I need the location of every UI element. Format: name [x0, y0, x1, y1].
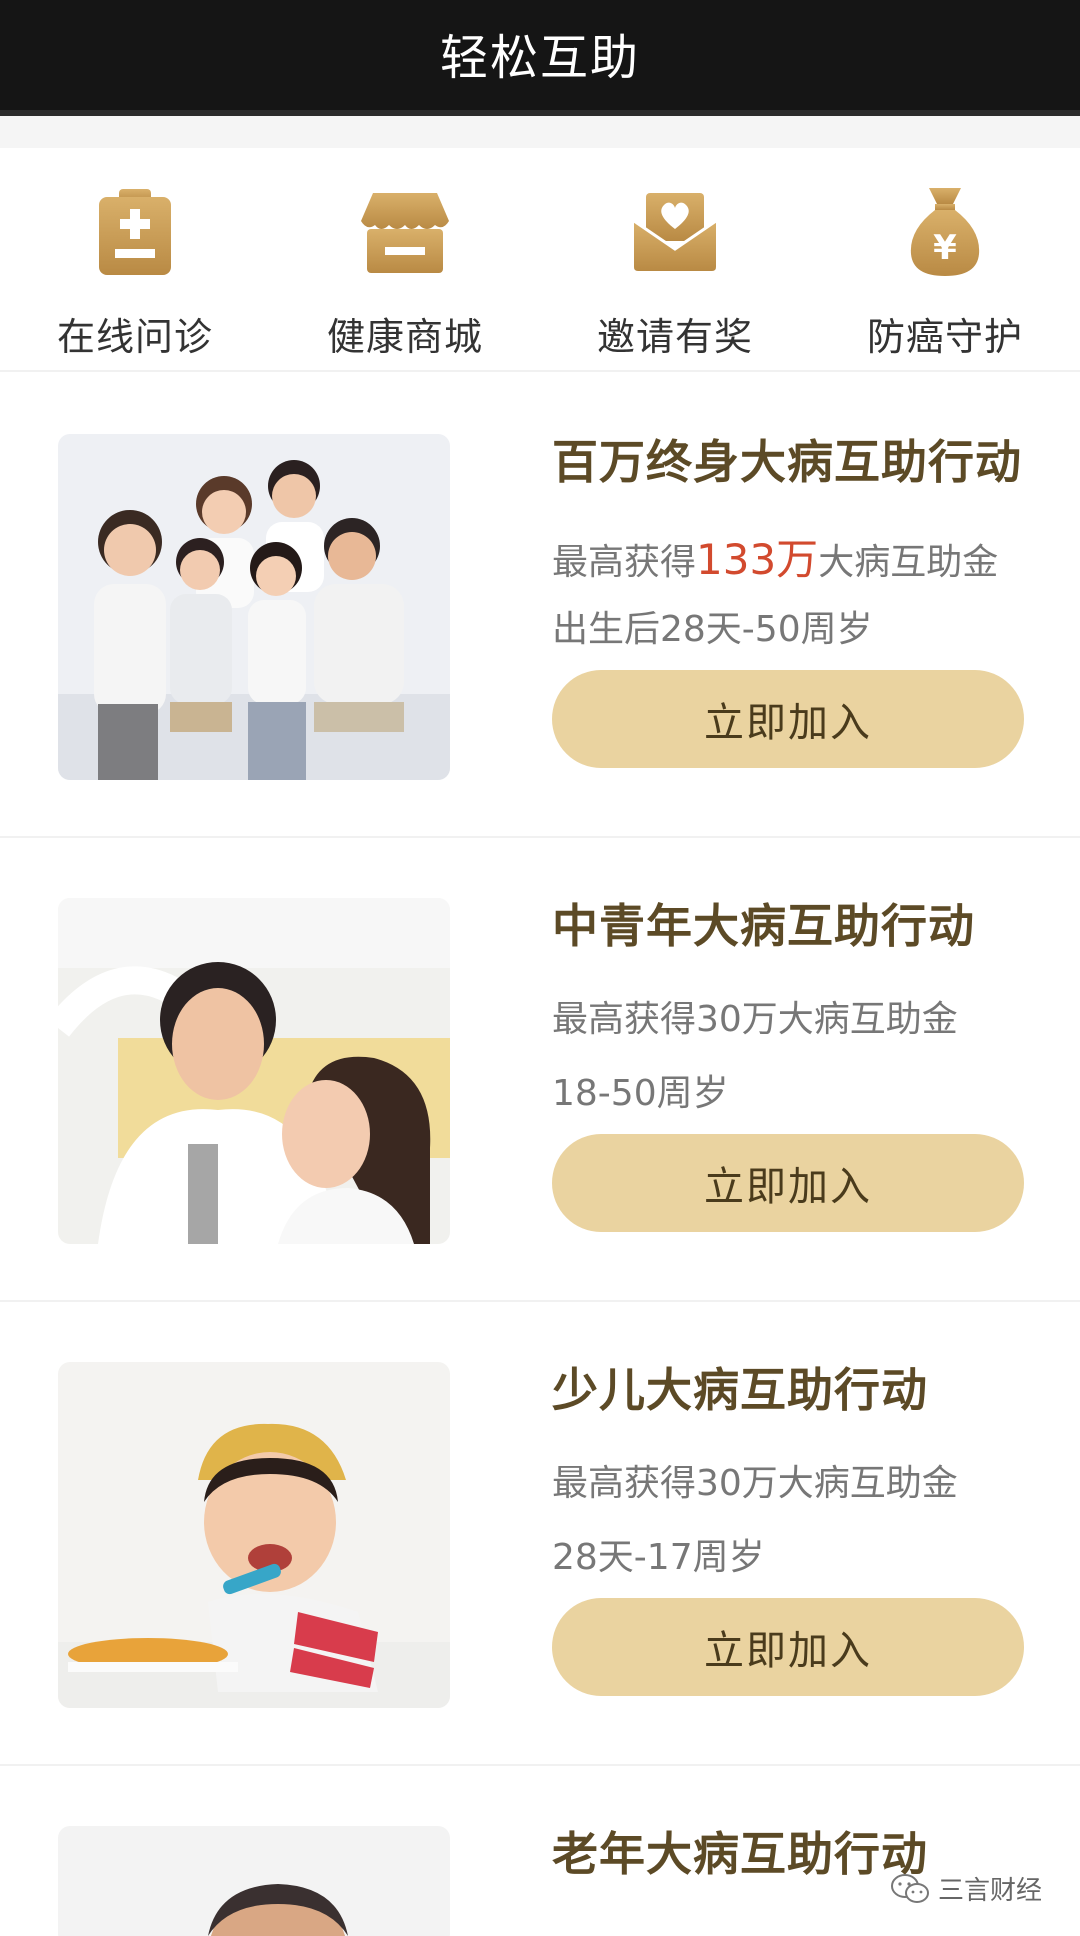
money-bag-icon: ¥	[897, 184, 993, 280]
benefit-suffix: 大病互助金	[818, 542, 999, 583]
medical-clipboard-icon	[87, 184, 183, 280]
nav-label: 在线问诊	[56, 315, 213, 359]
plan-card-million[interactable]: 百万终身大病互助行动 最高获得133万大病互助金 出生后28天-50周岁 立即加…	[0, 374, 1080, 838]
family-photo	[58, 434, 450, 780]
card-age-range: 出生后28天-50周岁	[552, 609, 873, 650]
benefit-prefix: 最高获得	[552, 542, 697, 583]
card-title: 少儿大病互助行动	[552, 1363, 928, 1417]
shop-icon	[357, 184, 453, 280]
nav-label: 邀请有奖	[596, 315, 753, 359]
plan-card-adult[interactable]: 中青年大病互助行动 最高获得30万大病互助金 18-50周岁 立即加入	[0, 838, 1080, 1302]
card-benefit: 最高获得133万大病互助金	[552, 526, 998, 587]
nav-label: 健康商城	[326, 315, 483, 359]
watermark: 三言财经	[890, 1870, 1042, 1907]
section-gap	[0, 116, 1080, 148]
card-age-range: 28天-17周岁	[552, 1537, 765, 1578]
nav-invite-reward[interactable]: 邀请有奖	[540, 148, 810, 370]
join-button[interactable]: 立即加入	[552, 670, 1024, 768]
heart-envelope-icon	[627, 184, 723, 280]
page-title: 轻松互助	[439, 30, 640, 86]
join-button[interactable]: 立即加入	[552, 1598, 1024, 1696]
child-photo	[58, 1362, 450, 1708]
quick-nav: 在线问诊 健康商城 邀请有奖 ¥ 防癌守护	[0, 148, 1080, 372]
benefit-amount: 133万	[696, 535, 819, 584]
card-benefit: 最高获得30万大病互助金	[552, 1463, 958, 1504]
plan-card-elderly[interactable]: 老年大病互助行动	[0, 1766, 1080, 1936]
card-age-range: 18-50周岁	[552, 1073, 729, 1114]
watermark-text: 三言财经	[937, 1876, 1042, 1906]
couple-photo	[58, 898, 450, 1244]
svg-text:¥: ¥	[933, 228, 957, 268]
elderly-photo	[58, 1826, 450, 1936]
card-benefit: 最高获得30万大病互助金	[552, 999, 958, 1040]
nav-health-mall[interactable]: 健康商城	[270, 148, 540, 370]
wechat-icon	[890, 1873, 929, 1903]
nav-label: 防癌守护	[866, 315, 1023, 359]
card-title: 中青年大病互助行动	[552, 899, 975, 953]
card-title: 百万终身大病互助行动	[552, 435, 1022, 489]
join-button[interactable]: 立即加入	[552, 1134, 1024, 1232]
nav-online-consultation[interactable]: 在线问诊	[0, 148, 270, 370]
card-title: 老年大病互助行动	[552, 1827, 928, 1881]
nav-cancer-protection[interactable]: ¥ 防癌守护	[810, 148, 1080, 370]
app-header: 轻松互助	[0, 0, 1080, 116]
plan-card-child[interactable]: 少儿大病互助行动 最高获得30万大病互助金 28天-17周岁 立即加入	[0, 1302, 1080, 1766]
